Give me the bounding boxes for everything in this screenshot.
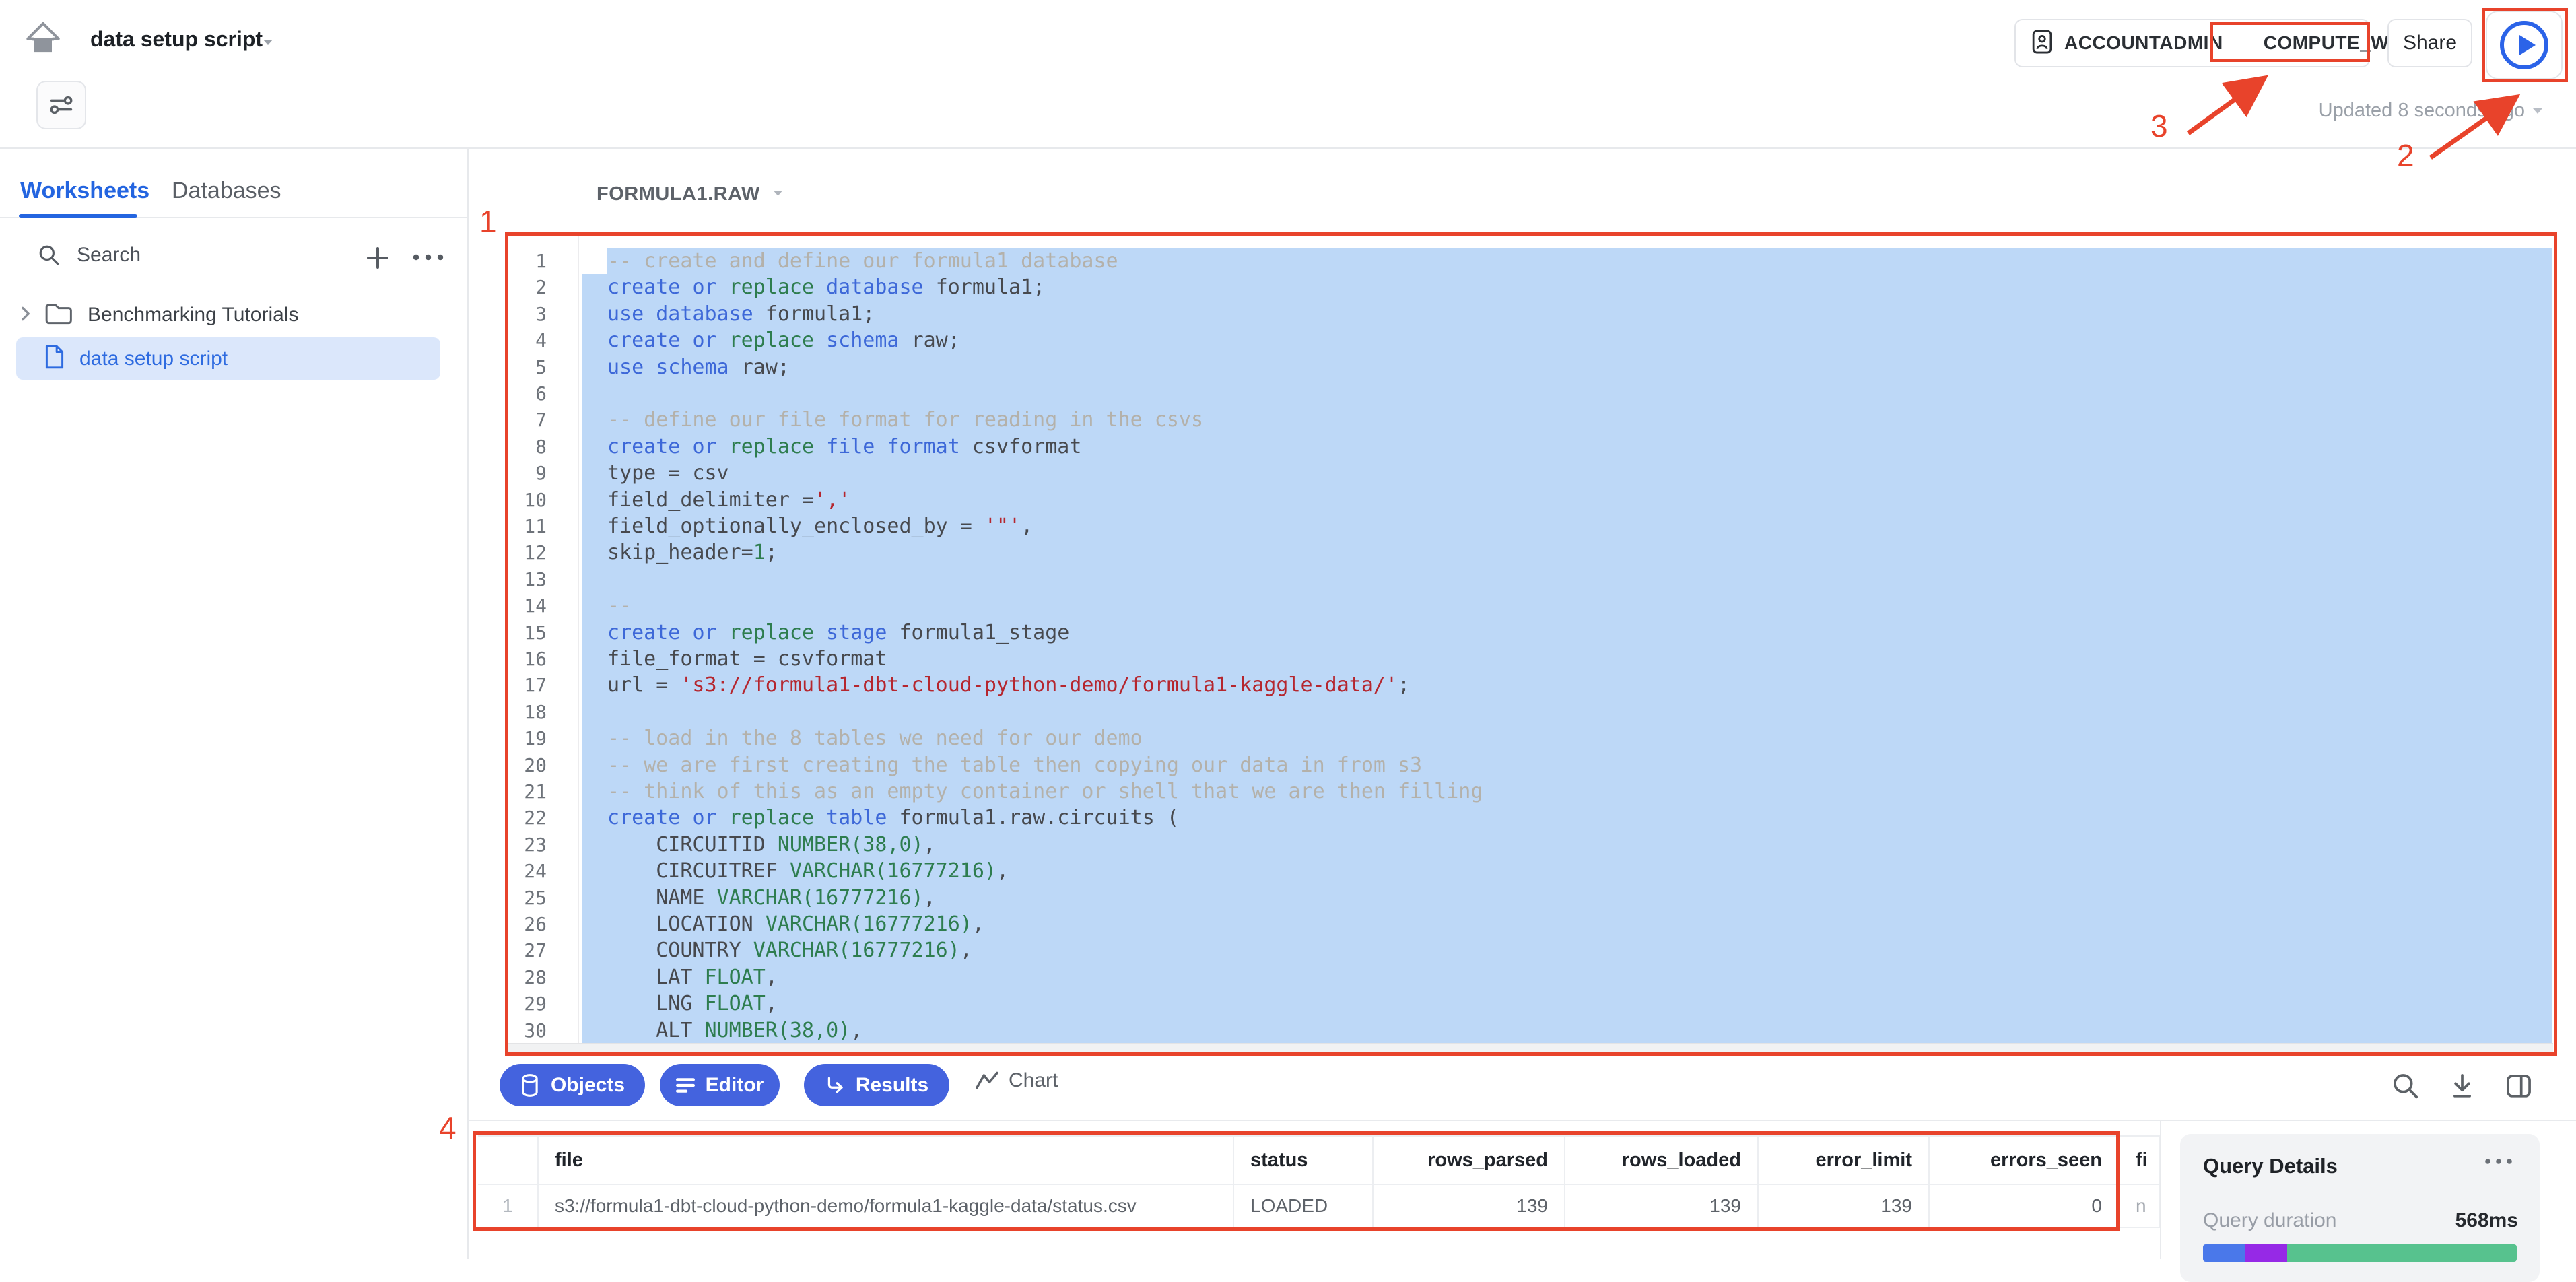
worksheet-title[interactable]: data setup script (90, 27, 263, 52)
snowsight-worksheet-app: data setup script ACCOUNTADMIN COMPUTE_W… (0, 0, 2576, 1259)
ellipsis-icon (411, 252, 446, 263)
split-view-button[interactable] (2505, 1072, 2533, 1100)
folder-label: Benchmarking Tutorials (88, 304, 298, 327)
sidebar-divider (467, 149, 469, 1259)
chevron-down-icon (772, 189, 784, 201)
new-worksheet-button[interactable] (364, 244, 392, 272)
objects-panel-button[interactable]: Objects (500, 1064, 645, 1106)
duration-bar-segment (2287, 1244, 2517, 1262)
search-icon (2392, 1072, 2420, 1100)
chart-label: Chart (1009, 1069, 1058, 1092)
document-icon (44, 344, 65, 373)
annotation-box-2 (2482, 8, 2568, 82)
results-label: Results (856, 1074, 928, 1097)
chevron-down-icon[interactable] (261, 38, 275, 50)
query-duration-label: Query duration (2203, 1209, 2336, 1232)
columns-icon (2505, 1072, 2533, 1100)
chevron-right-icon[interactable] (19, 305, 32, 326)
column-header[interactable]: fi (2120, 1137, 2160, 1185)
role-selector[interactable]: ACCOUNTADMIN (2064, 32, 2223, 54)
share-button[interactable]: Share (2387, 19, 2472, 67)
filters-button[interactable] (36, 81, 86, 129)
query-duration-value: 568ms (2455, 1209, 2518, 1232)
search-icon (38, 244, 61, 267)
return-arrow-icon (825, 1075, 845, 1095)
sidebar-item-selected-worksheet[interactable]: data setup script (16, 337, 440, 380)
chevron-down-icon (2532, 107, 2544, 115)
annotation-number-3: 3 (2150, 108, 2168, 144)
chart-panel-button[interactable]: Chart (975, 1069, 1058, 1092)
editor-panel-button[interactable]: Editor (660, 1064, 780, 1106)
ellipsis-icon (2483, 1157, 2514, 1166)
chart-line-icon (975, 1071, 999, 1091)
query-details-title: Query Details (2203, 1154, 2338, 1178)
database-icon (520, 1073, 540, 1098)
updated-timestamp[interactable]: Updated 8 seconds ago (2309, 100, 2544, 122)
download-results-button[interactable] (2448, 1072, 2476, 1100)
tab-worksheets[interactable]: Worksheets (20, 178, 149, 204)
duration-bar-segment (2245, 1244, 2287, 1262)
folder-icon (44, 302, 73, 329)
sidebar-more-button[interactable] (411, 252, 446, 266)
annotation-box-1 (505, 232, 2557, 1056)
search-results-button[interactable] (2392, 1072, 2420, 1100)
annotation-number-1: 1 (479, 203, 497, 240)
selected-worksheet-label: data setup script (79, 347, 228, 370)
query-details-card: Query Details Query duration 568ms (2180, 1134, 2540, 1282)
context-label: FORMULA1.RAW (597, 183, 760, 205)
annotation-box-4 (473, 1131, 2120, 1231)
sliders-icon (48, 92, 74, 118)
active-tab-underline (19, 214, 137, 218)
user-badge-icon (2032, 29, 2052, 58)
schema-context-picker[interactable]: FORMULA1.RAW (597, 183, 784, 205)
plus-icon (364, 244, 392, 272)
search-placeholder: Search (77, 244, 141, 267)
query-details-menu-button[interactable] (2483, 1157, 2514, 1170)
query-duration-bar (2203, 1244, 2517, 1262)
download-icon (2448, 1072, 2476, 1100)
sidebar-search[interactable]: Search (38, 244, 141, 267)
home-icon[interactable] (26, 20, 61, 55)
list-icon (676, 1077, 695, 1094)
header-divider (0, 147, 2576, 149)
results-panel-button[interactable]: Results (804, 1064, 949, 1106)
sidebar-item-folder[interactable]: Benchmarking Tutorials (19, 299, 298, 331)
results-panel-divider (2160, 1121, 2161, 1259)
table-cell[interactable]: n (2120, 1185, 2160, 1228)
annotation-number-2: 2 (2397, 137, 2414, 174)
annotation-number-4: 4 (439, 1110, 456, 1146)
editor-label: Editor (706, 1074, 764, 1097)
duration-bar-segment (2203, 1244, 2245, 1262)
tab-databases[interactable]: Databases (172, 178, 281, 204)
objects-label: Objects (551, 1074, 625, 1097)
annotation-box-3 (2210, 22, 2370, 62)
toolbar-divider (467, 1120, 2576, 1121)
